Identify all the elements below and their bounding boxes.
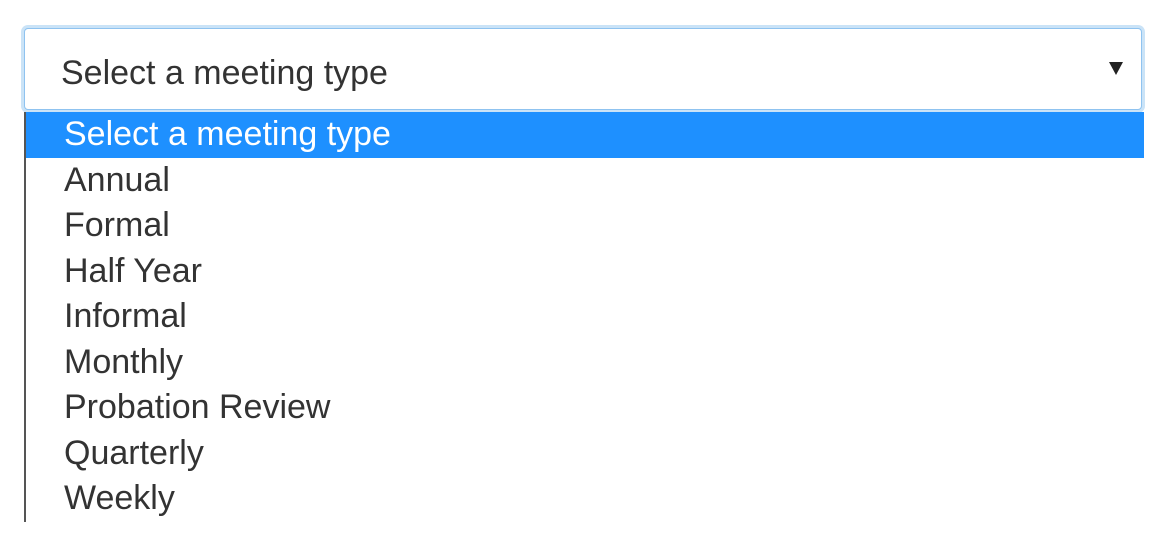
option-half-year[interactable]: Half Year (26, 249, 1144, 295)
page: Select a meeting type Select a meeting t… (0, 0, 1171, 540)
option-annual[interactable]: Annual (26, 158, 1144, 204)
option-select-a-meeting-type[interactable]: Select a meeting type (26, 112, 1144, 158)
option-formal[interactable]: Formal (26, 203, 1144, 249)
option-monthly[interactable]: Monthly (26, 340, 1144, 386)
select-current-value: Select a meeting type (61, 54, 388, 92)
option-informal[interactable]: Informal (26, 294, 1144, 340)
meeting-type-dropdown-list: Select a meeting type Annual Formal Half… (24, 112, 1144, 522)
option-probation-review[interactable]: Probation Review (26, 385, 1144, 431)
option-weekly[interactable]: Weekly (26, 476, 1144, 522)
option-quarterly[interactable]: Quarterly (26, 431, 1144, 477)
meeting-type-select[interactable]: Select a meeting type (24, 28, 1142, 110)
triangle-down-icon[interactable] (1109, 62, 1123, 75)
